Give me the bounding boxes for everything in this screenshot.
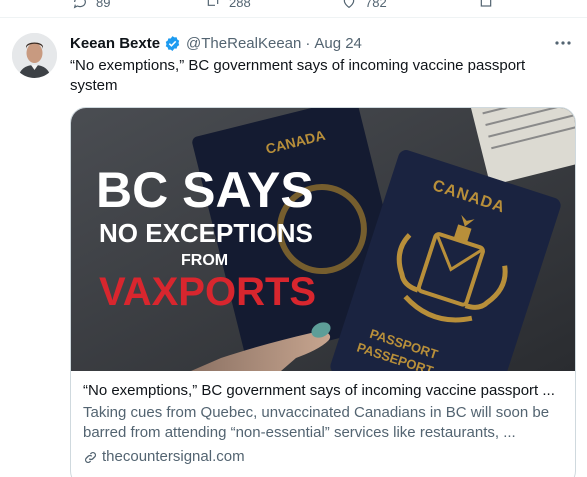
- card-info[interactable]: “No exemptions,” BC government says of i…: [83, 381, 563, 467]
- tweet[interactable]: Keean Bexte @TheRealKeean · Aug 24 “No e…: [0, 19, 587, 477]
- card-image[interactable]: CANADA CANADA PASSPORT PASSEPORT BC SAYS…: [71, 108, 575, 371]
- headline-from: FROM: [181, 252, 228, 269]
- author-handle[interactable]: @TheRealKeean: [186, 35, 301, 52]
- card-domain-text: thecountersignal.com: [102, 448, 245, 465]
- card-description: Taking cues from Quebec, unvaccinated Ca…: [83, 404, 550, 441]
- reply-action[interactable]: 89: [72, 0, 110, 10]
- link-card[interactable]: CANADA CANADA PASSPORT PASSEPORT BC SAYS…: [70, 107, 576, 477]
- previous-tweet-actions: 89 288 782: [0, 0, 587, 18]
- retweet-icon: [207, 0, 219, 6]
- retweet-count: 288: [229, 0, 251, 10]
- headline-vaxports: VAXPORTS: [99, 270, 316, 314]
- reply-icon: [73, 0, 86, 9]
- like-action[interactable]: 782: [341, 0, 387, 10]
- separator-dot: ·: [305, 34, 311, 52]
- author-name[interactable]: Keean Bexte: [70, 35, 160, 52]
- more-options-button[interactable]: [553, 33, 573, 53]
- tweet-text: “No exemptions,” BC government says of i…: [70, 57, 526, 94]
- reply-count: 89: [96, 0, 111, 10]
- verified-badge-icon: [165, 35, 180, 51]
- card-image-graphic: CANADA CANADA PASSPORT PASSEPORT BC SAYS…: [71, 108, 575, 371]
- link-icon: [85, 451, 96, 463]
- heart-icon: [343, 0, 355, 9]
- tweet-header: Keean Bexte @TheRealKeean · Aug 24: [70, 33, 362, 53]
- share-icon: [480, 0, 492, 7]
- share-action[interactable]: [478, 0, 494, 10]
- avatar[interactable]: [12, 33, 57, 78]
- like-count: 782: [365, 0, 387, 10]
- card-title: “No exemptions,” BC government says of i…: [83, 382, 555, 399]
- more-icon: [555, 41, 571, 45]
- tweet-date[interactable]: Aug 24: [314, 35, 362, 52]
- card-domain: thecountersignal.com: [83, 447, 563, 467]
- retweet-action[interactable]: 288: [205, 0, 251, 10]
- headline-bc-says: BC SAYS: [96, 162, 314, 218]
- avatar-photo: [12, 33, 57, 78]
- headline-no-exceptions: NO EXCEPTIONS: [99, 218, 313, 248]
